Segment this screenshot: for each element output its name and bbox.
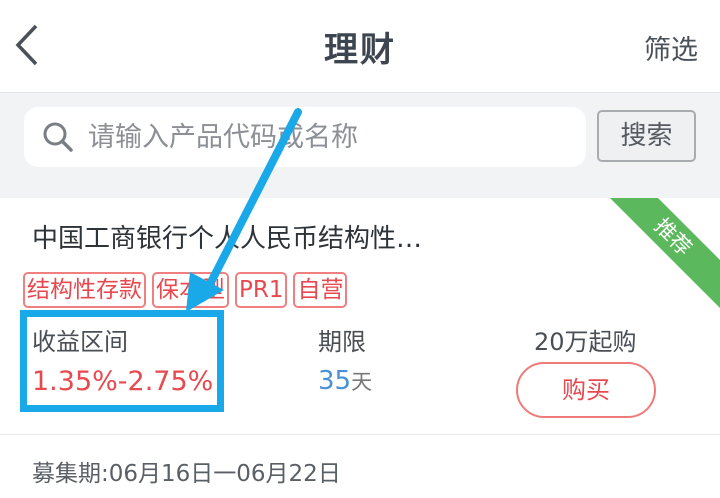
product-card[interactable]: 中国工商银行个人人民币结构性… 推荐 结构性存款 保本型 PR1 自营 收益区间… bbox=[0, 198, 720, 498]
term-value-group: 35天 bbox=[318, 366, 372, 396]
min-purchase-label: 20万起购 bbox=[534, 328, 637, 356]
search-box[interactable] bbox=[24, 107, 586, 167]
yield-label: 收益区间 bbox=[32, 328, 128, 356]
term-unit: 天 bbox=[351, 370, 373, 394]
filter-button[interactable]: 筛选 bbox=[644, 28, 698, 67]
product-tag: 自营 bbox=[293, 272, 348, 308]
recommend-badge: 推荐 bbox=[600, 198, 720, 310]
yield-value: 1.35%-2.75% bbox=[32, 366, 214, 397]
nav-bar: 理财 筛选 bbox=[0, 0, 720, 93]
search-button[interactable]: 搜索 bbox=[597, 110, 696, 162]
product-tags: 结构性存款 保本型 PR1 自营 bbox=[23, 272, 348, 308]
product-tag: PR1 bbox=[235, 272, 288, 308]
raising-period: 募集期:06月16日一06月22日 bbox=[32, 461, 341, 487]
page-title: 理财 bbox=[324, 30, 396, 70]
term-value: 35 bbox=[318, 366, 352, 396]
product-tag: 保本型 bbox=[152, 272, 229, 308]
divider bbox=[0, 434, 720, 435]
buy-button[interactable]: 购买 bbox=[516, 362, 656, 418]
product-tag: 结构性存款 bbox=[23, 272, 146, 308]
product-name: 中国工商银行个人人民币结构性… bbox=[32, 224, 423, 254]
term-label: 期限 bbox=[318, 328, 366, 356]
search-input[interactable] bbox=[88, 107, 568, 167]
search-bar: 搜索 bbox=[0, 93, 720, 181]
search-icon bbox=[43, 122, 73, 152]
